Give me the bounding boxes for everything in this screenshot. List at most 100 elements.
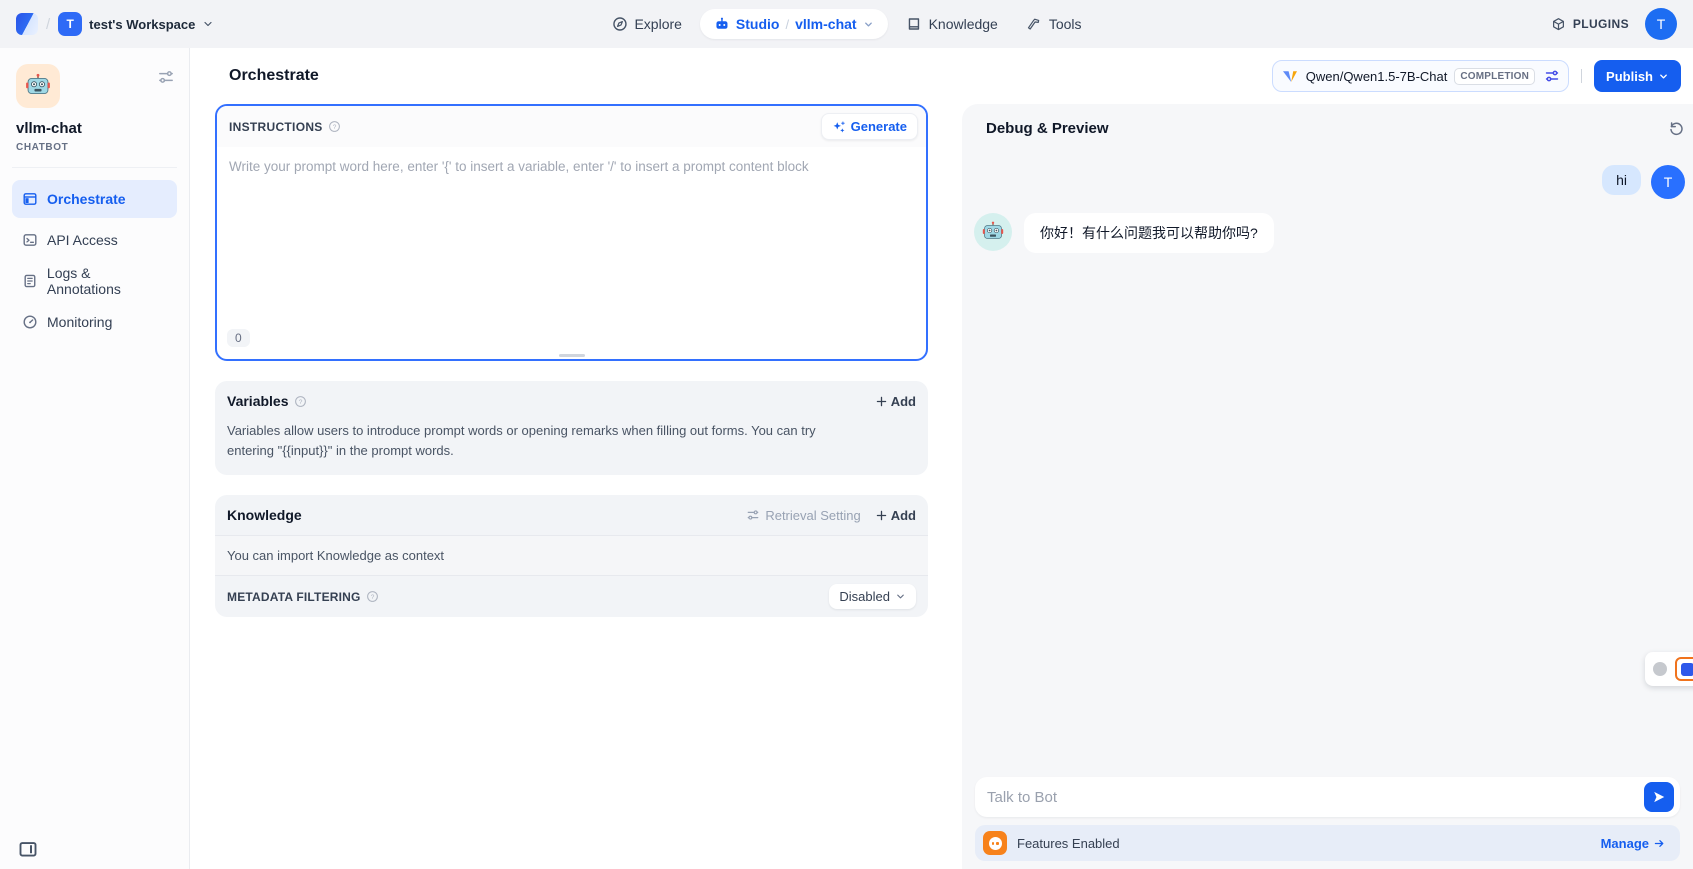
orchestrate-window-icon [22, 191, 38, 207]
chevron-down-icon [863, 19, 874, 30]
publish-button[interactable]: Publish [1594, 60, 1681, 92]
nav-explore[interactable]: Explore [601, 9, 691, 39]
sidebar-item-label: Logs & Annotations [47, 265, 167, 297]
resize-handle[interactable] [559, 354, 585, 357]
help-icon: ? [328, 120, 341, 133]
user-avatar[interactable]: T [1645, 8, 1677, 40]
sidebar-item-label: API Access [47, 232, 118, 248]
logs-document-icon [22, 273, 38, 289]
studio-slash: / [785, 17, 789, 32]
help-icon: ? [294, 395, 307, 408]
chat-message-bot: 你好！有什么问题我可以帮助你吗? [974, 213, 1693, 253]
add-variable-button[interactable]: Add [875, 394, 916, 409]
nav-studio[interactable]: Studio / vllm-chat [700, 9, 888, 39]
manage-features-button[interactable]: Manage [1601, 836, 1666, 851]
sidebar-item-orchestrate[interactable]: Orchestrate [12, 180, 177, 218]
knowledge-title: Knowledge [227, 507, 302, 523]
add-knowledge-button[interactable]: Add [875, 508, 916, 523]
manage-label: Manage [1601, 836, 1649, 851]
send-icon [1652, 790, 1666, 804]
plugins-cube-icon [1551, 17, 1566, 32]
nav-tools-label: Tools [1049, 16, 1082, 32]
prompt-placeholder: Write your prompt word here, enter '{' t… [229, 159, 809, 174]
sparkles-icon [832, 120, 846, 134]
nav-studio-label: Studio [736, 16, 780, 32]
app-type-badge: CHATBOT [16, 142, 173, 153]
svg-text:?: ? [332, 124, 336, 131]
chevron-down-icon [202, 18, 214, 30]
collapse-sidebar-icon[interactable] [18, 839, 38, 859]
sidebar-item-logs-annotations[interactable]: Logs & Annotations [12, 262, 177, 300]
dify-logo [16, 13, 38, 35]
plus-icon [875, 509, 888, 522]
variables-title: Variables [227, 393, 289, 409]
variables-panel: Variables ? Add Variables allow users to… [215, 381, 928, 475]
sidebar-item-monitoring[interactable]: Monitoring [12, 303, 177, 341]
model-name: Qwen/Qwen1.5-7B-Chat [1306, 69, 1448, 84]
app-settings-sliders-icon[interactable] [157, 68, 175, 86]
robot-icon [714, 16, 730, 32]
model-selector[interactable]: Qwen/Qwen1.5-7B-Chat COMPLETION [1272, 60, 1569, 92]
monitoring-gauge-icon [22, 314, 38, 330]
user-chat-avatar: T [1651, 165, 1685, 199]
app-name: vllm-chat [16, 120, 173, 137]
add-knowledge-label: Add [891, 508, 916, 523]
orchestrate-column: INSTRUCTIONS ? Generate Write your promp… [190, 104, 962, 869]
prompt-editor[interactable]: Write your prompt word here, enter '{' t… [217, 147, 926, 359]
add-variable-label: Add [891, 394, 916, 409]
workspace-switcher[interactable]: T test's Workspace [58, 12, 214, 36]
book-icon [906, 16, 922, 32]
chat-input[interactable] [987, 789, 1644, 806]
retrieval-setting-label: Retrieval Setting [765, 508, 860, 523]
send-button[interactable] [1644, 782, 1674, 812]
content-region: Orchestrate Qwen/Qwen1.5-7B-Chat COMPLET… [190, 48, 1693, 869]
chevron-down-icon [895, 591, 906, 602]
sidebar-item-label: Monitoring [47, 314, 112, 330]
restart-conversation-icon[interactable] [1668, 120, 1685, 137]
nav-tools[interactable]: Tools [1016, 9, 1092, 39]
user-message-bubble: hi [1602, 165, 1641, 195]
char-counter: 0 [227, 329, 250, 347]
metadata-filtering-label: METADATA FILTERING [227, 590, 361, 604]
debug-preview-panel: Debug & Preview hi T [962, 104, 1693, 869]
model-params-sliders-icon[interactable] [1544, 68, 1560, 84]
chat-input-container [975, 777, 1680, 817]
help-icon: ? [366, 590, 379, 603]
metadata-filtering-value: Disabled [839, 589, 890, 604]
bot-chat-avatar [974, 213, 1012, 251]
explore-icon [611, 16, 627, 32]
publish-label: Publish [1606, 69, 1653, 84]
debug-preview-title: Debug & Preview [962, 104, 1693, 137]
app-icon [16, 64, 60, 108]
features-icon [983, 831, 1007, 855]
chevron-down-icon [1658, 71, 1669, 82]
generate-button[interactable]: Generate [821, 113, 918, 140]
retrieval-setting-button[interactable]: Retrieval Setting [746, 508, 860, 523]
floating-extension-widget [1645, 652, 1693, 686]
features-bar: Features Enabled Manage [975, 825, 1680, 861]
widget-app-icon[interactable] [1675, 657, 1693, 681]
model-mode-badge: COMPLETION [1454, 68, 1535, 85]
knowledge-description: You can import Knowledge as context [215, 535, 928, 575]
workspace-avatar: T [58, 12, 82, 36]
features-enabled-label: Features Enabled [1017, 836, 1120, 851]
app-card: vllm-chat CHATBOT [12, 58, 177, 153]
metadata-filtering-dropdown[interactable]: Disabled [829, 584, 916, 609]
top-navbar: / T test's Workspace Explore Studio / vl… [0, 0, 1693, 48]
tools-icon [1026, 16, 1042, 32]
nav-knowledge-label: Knowledge [929, 16, 998, 32]
robot-emoji-icon [24, 72, 52, 100]
widget-dot-icon[interactable] [1653, 662, 1667, 676]
terminal-icon [22, 232, 38, 248]
sidebar-divider [12, 167, 177, 168]
breadcrumb-slash: / [46, 16, 50, 33]
nav-knowledge[interactable]: Knowledge [896, 9, 1008, 39]
nav-plugins[interactable]: PLUGINS [1551, 17, 1629, 32]
page-title: Orchestrate [229, 67, 319, 85]
instructions-panel: INSTRUCTIONS ? Generate Write your promp… [215, 104, 928, 361]
workspace-name: test's Workspace [89, 17, 195, 32]
sidebar-item-api-access[interactable]: API Access [12, 221, 177, 259]
nav-plugins-label: PLUGINS [1573, 17, 1629, 31]
svg-text:?: ? [370, 594, 374, 601]
orchestrate-header: Orchestrate Qwen/Qwen1.5-7B-Chat COMPLET… [190, 48, 1693, 104]
